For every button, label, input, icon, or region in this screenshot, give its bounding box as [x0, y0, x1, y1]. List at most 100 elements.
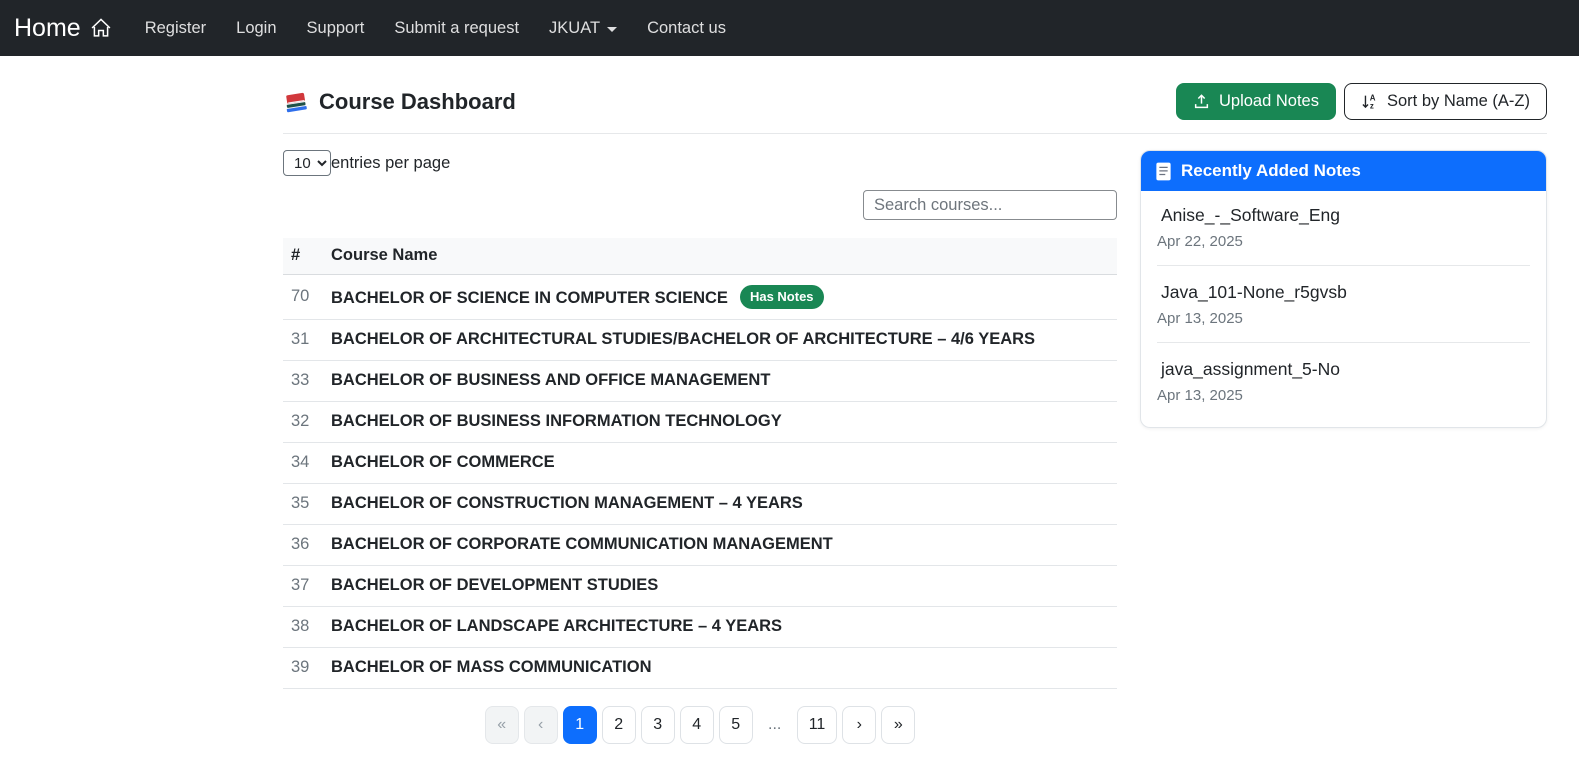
column-header-number: # — [283, 238, 323, 275]
chevron-down-icon — [607, 26, 618, 32]
has-notes-badge: Has Notes — [739, 284, 824, 309]
sort-by-name-label: Sort by Name (A-Z) — [1386, 92, 1530, 110]
pagination-page-2[interactable]: 2 — [601, 705, 636, 744]
pagination-page-3[interactable]: 3 — [640, 705, 675, 744]
table-row[interactable]: 70 BACHELOR OF SCIENCE IN COMPUTER SCIENC… — [283, 274, 1117, 320]
course-name: BACHELOR OF MASS COMMUNICATION — [331, 658, 652, 676]
note-title[interactable]: java_assignment_5-No — [1161, 359, 1530, 380]
note-list-item: Java_101-None_r5gvsb Apr 13, 2025 — [1141, 268, 1546, 340]
course-number: 39 — [283, 647, 323, 689]
course-name-cell: BACHELOR OF MASS COMMUNICATION — [323, 647, 1117, 689]
upload-notes-label: Upload Notes — [1218, 92, 1319, 110]
header-buttons: Upload Notes A z Sort by Name (A-Z) — [1175, 83, 1547, 120]
course-name-cell: BACHELOR OF CONSTRUCTION MANAGEMENT – 4 … — [323, 483, 1117, 525]
nav-link-support[interactable]: Support — [292, 11, 380, 46]
navbar-links: Register Login Support Submit a request JKUA… — [130, 11, 741, 46]
table-row[interactable]: 31 BACHELOR OF ARCHITECTURAL STUDIES/BACH… — [283, 319, 1117, 361]
page-header: Course Dashboard Upload Notes A z Sort b… — [283, 83, 1547, 120]
nav-link-label: Support — [306, 18, 365, 37]
course-name: BACHELOR OF ARCHITECTURAL STUDIES/BACHEL… — [331, 330, 1036, 348]
table-header-row: # Course Name — [283, 238, 1117, 275]
table-row[interactable]: 34 BACHELOR OF COMMERCE — [283, 442, 1117, 484]
nav-link-label: Contact us — [647, 18, 726, 37]
sort-alpha-down-icon: A z — [1361, 93, 1378, 110]
courses-table: # Course Name 70 BACHELOR OF SCIENCE IN C… — [283, 238, 1117, 689]
nav-link-jkuat[interactable]: JKUAT — [534, 11, 632, 46]
nav-link-submit-a-request[interactable]: Submit a request — [379, 11, 534, 46]
entries-per-page-control: 10 entries per page — [283, 150, 1117, 176]
page-title-text: Course Dashboard — [319, 88, 516, 114]
course-name-cell: BACHELOR OF BUSINESS AND OFFICE MANAGEME… — [323, 360, 1117, 402]
column-header-course-name: Course Name — [323, 238, 1117, 275]
course-name-cell: BACHELOR OF LANDSCAPE ARCHITECTURE – 4 Y… — [323, 606, 1117, 648]
course-name: BACHELOR OF CORPORATE COMMUNICATION MANA… — [331, 535, 833, 553]
svg-text:z: z — [1370, 102, 1374, 110]
sort-by-name-button[interactable]: A z Sort by Name (A-Z) — [1343, 83, 1547, 120]
note-separator — [1157, 265, 1530, 266]
books-icon — [283, 90, 309, 114]
table-row[interactable]: 36 BACHELOR OF CORPORATE COMMUNICATION MA… — [283, 524, 1117, 566]
entries-per-page-label: entries per page — [331, 153, 451, 172]
note-title[interactable]: Anise_-_Software_Eng — [1161, 205, 1530, 226]
table-row[interactable]: 33 BACHELOR OF BUSINESS AND OFFICE MANAGE… — [283, 360, 1117, 402]
pagination-page-11[interactable]: 11 — [796, 705, 838, 744]
course-number: 70 — [283, 274, 323, 320]
course-name: BACHELOR OF SCIENCE IN COMPUTER SCIENCE — [331, 288, 728, 307]
pagination-first-page: « — [484, 705, 519, 744]
search-input[interactable] — [863, 190, 1117, 220]
course-name: BACHELOR OF BUSINESS INFORMATION TECHNOL… — [331, 412, 782, 430]
course-name: BACHELOR OF BUSINESS AND OFFICE MANAGEME… — [331, 371, 771, 389]
course-name-cell: BACHELOR OF SCIENCE IN COMPUTER SCIENCE H… — [323, 274, 1117, 320]
nav-link-label: Submit a request — [394, 18, 520, 37]
course-name-cell: BACHELOR OF COMMERCE — [323, 442, 1117, 484]
note-list-item: Anise_-_Software_Eng Apr 22, 2025 — [1141, 191, 1546, 263]
course-name: BACHELOR OF DEVELOPMENT STUDIES — [331, 576, 659, 594]
navbar-brand-home[interactable]: Home — [10, 14, 116, 43]
upload-notes-button[interactable]: Upload Notes — [1175, 83, 1336, 120]
brand-label: Home — [14, 13, 81, 42]
course-name-cell: BACHELOR OF ARCHITECTURAL STUDIES/BACHEL… — [323, 319, 1117, 361]
note-separator — [1157, 342, 1530, 343]
nav-link-label: Register — [144, 18, 207, 37]
file-text-icon — [1155, 162, 1172, 181]
course-number: 37 — [283, 565, 323, 607]
course-number: 38 — [283, 606, 323, 648]
top-navbar: Home Register Login Support Submit a reques… — [0, 0, 1579, 56]
pagination-page-4[interactable]: 4 — [679, 705, 714, 744]
course-number: 36 — [283, 524, 323, 566]
table-row[interactable]: 38 BACHELOR OF LANDSCAPE ARCHITECTURE – 4… — [283, 606, 1117, 648]
nav-link-label: JKUAT — [549, 18, 601, 37]
table-row[interactable]: 37 BACHELOR OF DEVELOPMENT STUDIES — [283, 565, 1117, 607]
note-list-item: java_assignment_5-No Apr 13, 2025 — [1141, 345, 1546, 417]
pagination-page-1[interactable]: 1 — [562, 705, 597, 744]
pagination-next-page[interactable]: › — [842, 705, 877, 744]
nav-link-contact-us[interactable]: Contact us — [632, 11, 741, 46]
course-name: BACHELOR OF COMMERCE — [331, 453, 555, 471]
table-row[interactable]: 35 BACHELOR OF CONSTRUCTION MANAGEMENT – … — [283, 483, 1117, 525]
course-number: 31 — [283, 319, 323, 361]
note-date: Apr 22, 2025 — [1157, 233, 1243, 250]
pagination-page-5[interactable]: 5 — [718, 705, 753, 744]
course-number: 32 — [283, 401, 323, 443]
course-table-section: 10 entries per page # Course Name 70BACH… — [283, 150, 1117, 744]
note-date: Apr 13, 2025 — [1157, 310, 1243, 327]
table-row[interactable]: 39 BACHELOR OF MASS COMMUNICATION — [283, 647, 1117, 689]
house-icon — [90, 17, 112, 39]
recently-added-notes-title: Recently Added Notes — [1181, 161, 1361, 180]
pagination-ellipsis: ... — [768, 715, 782, 733]
course-number: 35 — [283, 483, 323, 525]
nav-link-login[interactable]: Login — [221, 11, 291, 46]
note-title[interactable]: Java_101-None_r5gvsb — [1161, 282, 1530, 303]
course-name-cell: BACHELOR OF DEVELOPMENT STUDIES — [323, 565, 1117, 607]
pagination: «‹ 1 2 3 4 5... 11 ›» — [283, 705, 1117, 744]
card-footer-padding — [1141, 417, 1546, 427]
course-number: 34 — [283, 442, 323, 484]
header-divider — [283, 133, 1547, 134]
nav-link-label: Login — [236, 18, 277, 37]
table-row[interactable]: 32 BACHELOR OF BUSINESS INFORMATION TECHN… — [283, 401, 1117, 443]
search-row — [283, 190, 1117, 220]
pagination-last-page[interactable]: » — [881, 705, 916, 744]
entries-per-page-select[interactable]: 10 — [283, 150, 331, 176]
nav-link-register[interactable]: Register — [130, 11, 221, 46]
recently-added-notes-card: Recently Added Notes Anise_-_Software_En… — [1140, 150, 1547, 428]
